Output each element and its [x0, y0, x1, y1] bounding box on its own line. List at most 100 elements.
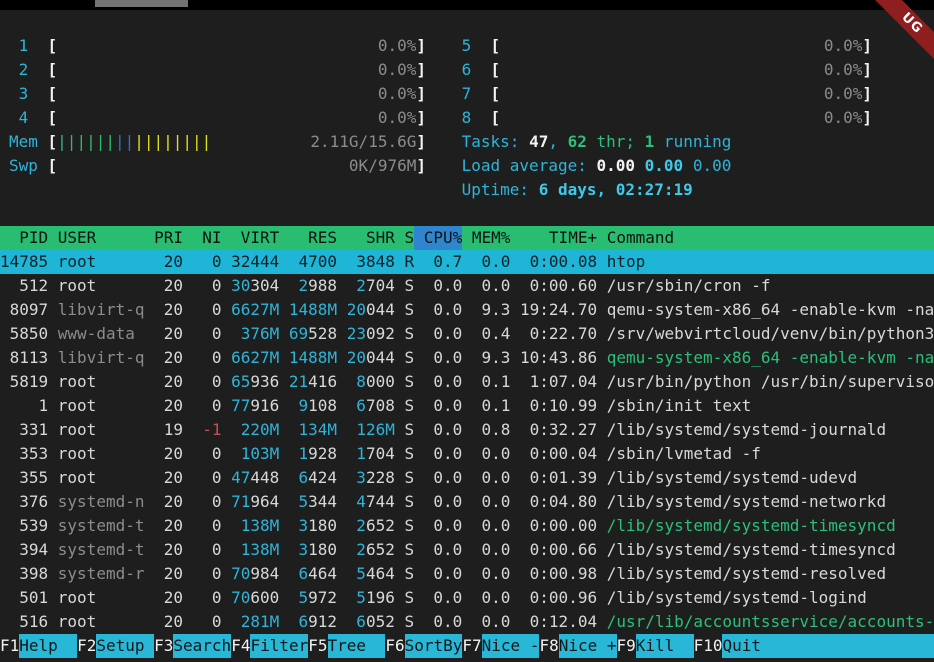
f5-key[interactable]: F5	[308, 634, 327, 658]
f5-tree-button[interactable]: Tree	[328, 634, 386, 658]
cell-pri: 20	[154, 538, 183, 562]
cpu6-label: 6	[452, 58, 491, 82]
cell-state: S	[404, 514, 414, 538]
col-header-pid[interactable]: PID	[0, 226, 48, 250]
process-row[interactable]: 5850 www-data 20 0 376M 69528 23092 S 0.…	[0, 322, 934, 346]
cell-user: systemd-t	[58, 538, 145, 562]
col-header-command[interactable]: Command	[607, 226, 934, 250]
col-header-time[interactable]: TIME+	[520, 226, 597, 250]
process-row[interactable]: 5819 root 20 0 65936 21416 8000 S 0.0 0.…	[0, 370, 934, 394]
process-row[interactable]: 353 root 20 0 103M 1928 1704 S 0.0 0.0 0…	[0, 442, 934, 466]
cell-mem-percent: 0.8	[472, 418, 511, 442]
cell-mem-percent: 0.0	[472, 538, 511, 562]
f8-nice-plus-button[interactable]: Nice +	[559, 634, 617, 658]
f1-key[interactable]: F1	[0, 634, 19, 658]
mem-label: Mem	[9, 130, 48, 154]
cell-command: /sbin/init text	[607, 394, 934, 418]
cell-time: 0:00.60	[520, 274, 597, 298]
cell-mem-percent: 0.0	[472, 250, 511, 274]
cell-virt: 70984	[231, 562, 279, 586]
process-row[interactable]: 14785 root 20 0 32444 4700 3848 R 0.7 0.…	[0, 250, 934, 274]
top-tab-indicator	[95, 0, 188, 7]
cell-user: root	[58, 394, 145, 418]
cell-res: 1928	[289, 442, 337, 466]
cell-pri: 20	[154, 610, 183, 634]
cpu3-label: 3	[9, 82, 48, 106]
f9-kill-button[interactable]: Kill	[636, 634, 694, 658]
col-header-ni[interactable]: NI	[193, 226, 222, 250]
load-15min: 0.00	[693, 154, 732, 178]
col-header-cpu-sorted[interactable]: CPU%	[414, 226, 462, 250]
mem-bar-blue: ||	[115, 132, 134, 151]
f6-sortby-button[interactable]: SortBy	[405, 634, 463, 658]
cell-command: /usr/sbin/cron -f	[607, 274, 934, 298]
cell-time: 10:43.86	[520, 346, 597, 370]
f2-key[interactable]: F2	[77, 634, 96, 658]
cell-virt: 71964	[231, 490, 279, 514]
cpu5-label: 5	[452, 34, 491, 58]
process-row[interactable]: 1 root 20 0 77916 9108 6708 S 0.0 0.1 0:…	[0, 394, 934, 418]
cell-cpu-percent: 0.0	[424, 322, 463, 346]
process-row[interactable]: 512 root 20 0 30304 2988 2704 S 0.0 0.0 …	[0, 274, 934, 298]
f8-key[interactable]: F8	[539, 634, 558, 658]
cpu7-label: 7	[452, 82, 491, 106]
cell-ni: 0	[193, 298, 222, 322]
f6-key[interactable]: F6	[385, 634, 404, 658]
cell-shr: 5196	[347, 586, 395, 610]
col-header-res[interactable]: RES	[289, 226, 337, 250]
cell-user: www-data	[58, 322, 145, 346]
process-row[interactable]: 376 systemd-n 20 0 71964 5344 4744 S 0.0…	[0, 490, 934, 514]
f10-quit-button[interactable]: Quit	[722, 634, 934, 658]
f4-filter-button[interactable]: Filter	[250, 634, 308, 658]
cell-shr: 3848	[347, 250, 395, 274]
process-table: PID USER PRI NI VIRT RES SHR S CPU% MEM%…	[0, 226, 934, 634]
process-row[interactable]: 355 root 20 0 47448 6424 3228 S 0.0 0.0 …	[0, 466, 934, 490]
f3-key[interactable]: F3	[154, 634, 173, 658]
process-row[interactable]: 8113 libvirt-q 20 0 6627M 1488M 20044 S …	[0, 346, 934, 370]
col-header-shr[interactable]: SHR	[347, 226, 395, 250]
cell-pid: 516	[0, 610, 48, 634]
col-header-pri[interactable]: PRI	[154, 226, 183, 250]
cell-cpu-percent: 0.0	[424, 418, 463, 442]
cell-cpu-percent: 0.0	[424, 298, 463, 322]
cell-command: /lib/systemd/systemd-timesyncd	[607, 538, 934, 562]
col-header-s[interactable]: S	[404, 226, 414, 250]
col-header-mem[interactable]: MEM%	[472, 226, 511, 250]
cell-time: 0:00.98	[520, 562, 597, 586]
cell-command: /lib/systemd/systemd-udevd	[607, 466, 934, 490]
f3-search-button[interactable]: Search	[173, 634, 231, 658]
cell-mem-percent: 0.4	[472, 322, 511, 346]
f7-key[interactable]: F7	[462, 634, 481, 658]
cell-cpu-percent: 0.0	[424, 346, 463, 370]
process-row[interactable]: 331 root 19 -1 220M 134M 126M S 0.0 0.8 …	[0, 418, 934, 442]
cell-state: S	[404, 418, 414, 442]
cell-mem-percent: 0.0	[472, 514, 511, 538]
threads-count: 62	[568, 130, 587, 154]
f2-setup-button[interactable]: Setup	[96, 634, 154, 658]
f1-help-button[interactable]: Help	[19, 634, 77, 658]
f4-key[interactable]: F4	[231, 634, 250, 658]
process-row[interactable]: 398 systemd-r 20 0 70984 6464 5464 S 0.0…	[0, 562, 934, 586]
f7-nice-minus-button[interactable]: Nice -	[482, 634, 540, 658]
cell-virt: 77916	[231, 394, 279, 418]
meters-left-column: 1[0.0%] 2[0.0%] 3[0.0%] 4[0.0%] Mem[||||…	[9, 34, 426, 178]
cell-virt: 30304	[231, 274, 279, 298]
cpu2-value: 0.0%	[378, 58, 417, 82]
cell-res: 134M	[289, 418, 337, 442]
process-row[interactable]: 516 root 20 0 281M 6912 6052 S 0.0 0.0 0…	[0, 610, 934, 634]
process-row[interactable]: 539 systemd-t 20 0 138M 3180 2652 S 0.0 …	[0, 514, 934, 538]
f10-key[interactable]: F10	[694, 634, 723, 658]
col-header-virt[interactable]: VIRT	[231, 226, 279, 250]
process-row[interactable]: 8097 libvirt-q 20 0 6627M 1488M 20044 S …	[0, 298, 934, 322]
cell-pid: 501	[0, 586, 48, 610]
cell-res: 6424	[289, 466, 337, 490]
cell-ni: 0	[193, 466, 222, 490]
swp-label: Swp	[9, 154, 48, 178]
f9-key[interactable]: F9	[617, 634, 636, 658]
cell-res: 69528	[289, 322, 337, 346]
process-row[interactable]: 501 root 20 0 70600 5972 5196 S 0.0 0.0 …	[0, 586, 934, 610]
cpu-meter-7: 7[0.0%]	[452, 82, 872, 106]
cell-res: 6464	[289, 562, 337, 586]
col-header-user[interactable]: USER	[58, 226, 145, 250]
process-row[interactable]: 394 systemd-t 20 0 138M 3180 2652 S 0.0 …	[0, 538, 934, 562]
